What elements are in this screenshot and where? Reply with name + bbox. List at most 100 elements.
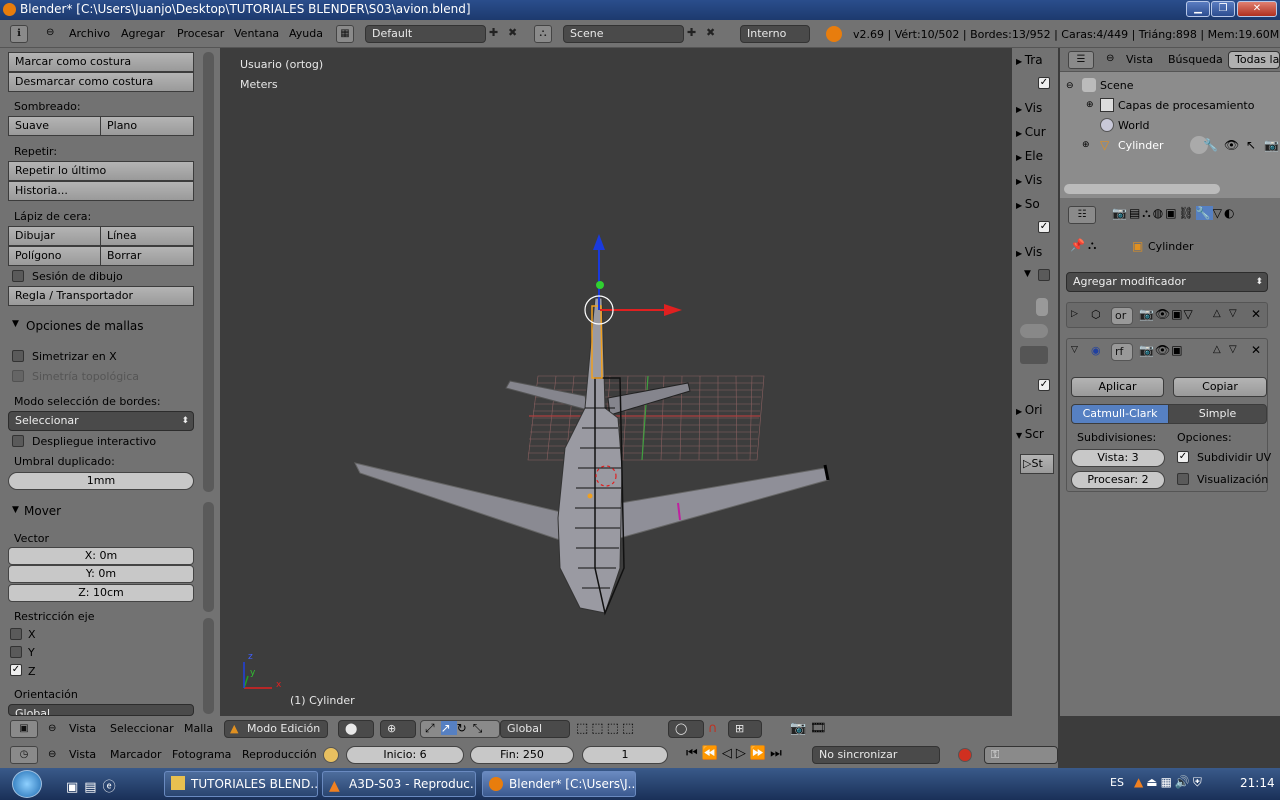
render-toggle-icon[interactable]: 📷: [1139, 343, 1155, 357]
volume-icon[interactable]: 🔊: [1175, 775, 1193, 789]
viewport-menu-seleccionar[interactable]: Seleccionar: [110, 717, 174, 741]
outliner-menu-vista[interactable]: Vista: [1126, 48, 1153, 72]
preview-range-icon[interactable]: [323, 747, 339, 763]
jump-end-icon[interactable]: ⏭: [770, 746, 786, 761]
vertex-select-icon[interactable]: ⬚: [576, 721, 591, 736]
render-toggle-icon[interactable]: 📷: [1139, 307, 1155, 321]
start-screencast-button[interactable]: ▷St: [1020, 454, 1054, 474]
editmode-toggle-icon[interactable]: ▣: [1171, 343, 1183, 357]
remove-scene-icon[interactable]: ✖: [706, 26, 715, 39]
translate-icon[interactable]: ↗: [440, 721, 457, 735]
outliner-menu-busqueda[interactable]: Búsqueda: [1168, 48, 1223, 72]
constraint-x-checkbox[interactable]: [10, 628, 22, 640]
menu-agregar[interactable]: Agregar: [121, 22, 165, 46]
pin-icon[interactable]: 📌: [1070, 238, 1085, 252]
add-scene-icon[interactable]: ✚: [687, 26, 696, 39]
vlc-tray-icon[interactable]: ▲: [1134, 775, 1146, 789]
npanel-slider[interactable]: [1036, 298, 1048, 316]
switch-windows-icon[interactable]: ▤: [84, 780, 102, 795]
world-tab-icon[interactable]: ◍: [1153, 206, 1165, 220]
menu-procesar[interactable]: Procesar: [177, 22, 224, 46]
play-icon[interactable]: ▷: [736, 746, 750, 761]
toolshelf-scrollbar[interactable]: [203, 52, 214, 492]
outliner-editor-icon[interactable]: ☰: [1068, 51, 1094, 69]
shading-select[interactable]: ⬤: [338, 720, 374, 738]
move-up-icon[interactable]: △: [1213, 344, 1221, 355]
expand-arrow-icon[interactable]: ▷: [1071, 309, 1078, 319]
erase-button[interactable]: Borrar: [100, 246, 194, 266]
render-icon[interactable]: 📷: [790, 721, 806, 736]
vector-z-field[interactable]: Z: 10cm: [8, 584, 194, 602]
quick-launch[interactable]: ▣▤ⓔ: [66, 776, 122, 795]
remove-layout-icon[interactable]: ✖: [508, 26, 517, 39]
object-tab-icon[interactable]: ▣: [1165, 206, 1178, 220]
catmull-clark-button[interactable]: Catmull-Clark: [1071, 404, 1169, 424]
cursor-icon[interactable]: ↖: [1246, 138, 1256, 152]
jump-start-icon[interactable]: ⏮: [686, 746, 702, 761]
tree-toggle-icon[interactable]: ⊖: [1066, 81, 1074, 91]
next-key-icon[interactable]: ⏩: [750, 746, 770, 761]
magnet-snap-icon[interactable]: ∩: [708, 721, 718, 736]
toolshelf-scrollbar-3[interactable]: [203, 618, 214, 714]
modifiers-tab-icon[interactable]: 🔧: [1195, 206, 1213, 220]
timeline-menu-reproduccion[interactable]: Reproducción: [242, 743, 317, 767]
orientation-dropdown[interactable]: Global: [8, 704, 194, 716]
toolshelf-scrollbar-2[interactable]: [203, 502, 214, 612]
manipulator-toggles[interactable]: ⤢↗↻⤡: [420, 720, 500, 738]
view-toggle-icon[interactable]: 👁: [1155, 343, 1171, 357]
screen-layout-select[interactable]: Default: [365, 25, 486, 43]
proportional-edit-select[interactable]: ◯: [668, 720, 704, 738]
snap-element-select[interactable]: ⊞: [728, 720, 762, 738]
viewport-menu-malla[interactable]: Malla: [184, 717, 213, 741]
tree-toggle-icon[interactable]: ⊕: [1086, 100, 1094, 110]
timeline-editor-icon[interactable]: ◷: [10, 746, 38, 764]
info-editor-icon[interactable]: ℹ: [10, 25, 28, 43]
npanel-tab-display[interactable]: ▶ Vis: [1016, 173, 1058, 195]
draw-button[interactable]: Dibujar: [8, 226, 101, 246]
minimize-button[interactable]: ▁: [1186, 1, 1210, 17]
mesh-options-panel[interactable]: Opciones de mallas: [26, 319, 144, 333]
taskbar-task-blender[interactable]: Blender* [C:\Users\J...: [482, 771, 636, 797]
frame-end-field[interactable]: Fin: 250: [470, 746, 574, 764]
npanel-tab-shading[interactable]: ▶ So: [1016, 197, 1058, 219]
start-button[interactable]: [12, 770, 42, 798]
move-panel[interactable]: Mover: [24, 504, 61, 518]
line-button[interactable]: Línea: [100, 226, 194, 246]
constraint-y-checkbox[interactable]: [10, 646, 22, 658]
vector-x-field[interactable]: X: 0m: [8, 547, 194, 565]
show-desktop-icon[interactable]: ▣: [66, 780, 84, 795]
select-mode-buttons[interactable]: ⬚⬚⬚⬚: [576, 721, 637, 736]
render-anim-icon[interactable]: 🎞: [810, 721, 827, 736]
shade-flat-button[interactable]: Plano: [100, 116, 194, 136]
outliner-filter-select[interactable]: Todas las: [1228, 51, 1280, 69]
viewport-menu-vista[interactable]: Vista: [69, 717, 96, 741]
tree-toggle-icon[interactable]: ⊕: [1082, 140, 1090, 150]
scale-icon[interactable]: ⤡: [473, 721, 489, 735]
frame-start-field[interactable]: Inicio: 6: [346, 746, 464, 764]
camera-icon[interactable]: 📷: [1264, 138, 1279, 152]
timeline-menu-marcador[interactable]: Marcador: [110, 743, 162, 767]
outliner-scene[interactable]: Scene: [1100, 79, 1134, 92]
usb-icon[interactable]: ⏏: [1146, 775, 1160, 789]
menu-ventana[interactable]: Ventana: [234, 22, 279, 46]
properties-tabs[interactable]: 📷▤⛬◍▣⛓🔧▽◐: [1112, 206, 1236, 221]
remove-modifier-icon[interactable]: ✕: [1251, 343, 1261, 357]
constraints-tab-icon[interactable]: ⛓: [1179, 206, 1196, 220]
editmode-toggle-icon[interactable]: ▣: [1171, 307, 1183, 321]
close-button[interactable]: ✕: [1237, 1, 1277, 17]
data-tab-icon[interactable]: ▽: [1213, 206, 1224, 220]
outliner-cylinder[interactable]: Cylinder: [1118, 139, 1164, 152]
current-frame-field[interactable]: 1: [582, 746, 668, 764]
security-icon[interactable]: ⛨: [1193, 775, 1205, 789]
npanel-tab-view-2[interactable]: ▶ Vis: [1016, 245, 1058, 267]
modifier-2-toggles[interactable]: 📷👁▣: [1139, 343, 1184, 357]
language-indicator[interactable]: ES: [1110, 776, 1124, 789]
modifier-1-toggles[interactable]: 📷👁▣▽: [1139, 307, 1194, 321]
live-unwrap-checkbox[interactable]: [12, 435, 24, 447]
npanel-checkbox[interactable]: ✓: [1038, 379, 1050, 391]
edge-select-dropdown[interactable]: Seleccionar ⬍: [8, 411, 194, 431]
scene-icon[interactable]: ⛬: [534, 25, 552, 43]
modifier-2-name[interactable]: rf: [1111, 343, 1133, 361]
apply-button[interactable]: Aplicar: [1071, 377, 1164, 397]
npanel-widget[interactable]: [1020, 346, 1048, 364]
